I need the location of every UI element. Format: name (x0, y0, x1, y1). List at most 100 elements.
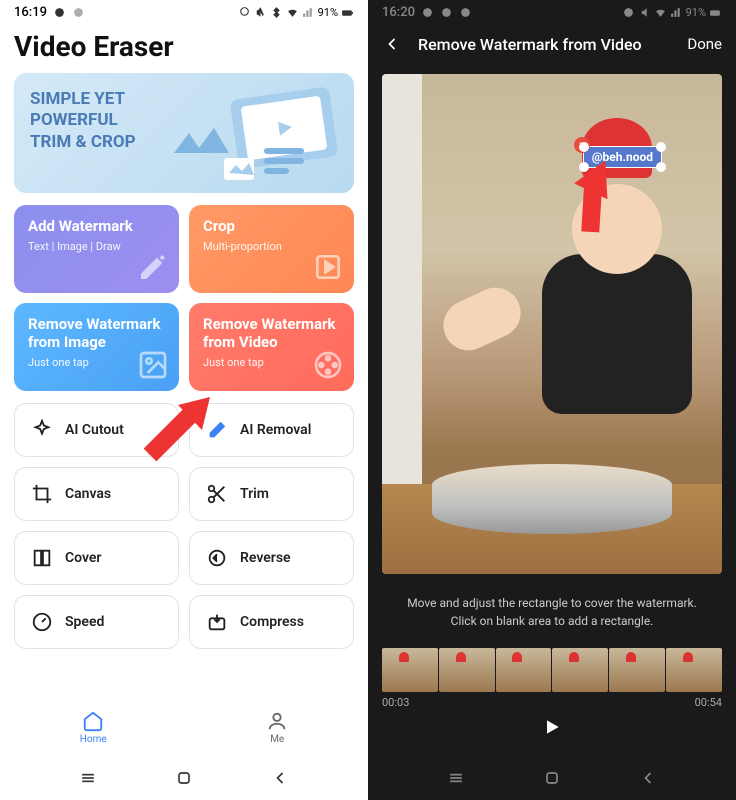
tool-label: Cover (65, 550, 101, 566)
remove-watermark-video-card[interactable]: Remove Watermark from Video Just one tap (189, 303, 354, 391)
dock-home[interactable]: Home (80, 710, 107, 745)
tool-label: Reverse (240, 550, 291, 566)
video-timeline[interactable] (368, 640, 736, 694)
banner-illustration-icon (164, 83, 344, 183)
resize-handle[interactable] (579, 162, 589, 172)
dock-label: Home (80, 734, 107, 745)
bluetooth-icon (270, 6, 283, 19)
time-end: 00:54 (695, 696, 722, 709)
card-title: Remove Watermark from Image (28, 315, 165, 351)
dock-label: Me (270, 734, 284, 745)
ai-cutout-tool[interactable]: AI Cutout (14, 403, 179, 457)
home-nav-icon[interactable] (174, 768, 194, 788)
back-icon[interactable] (382, 34, 402, 54)
time-row: 00:03 00:54 (368, 694, 736, 711)
remove-watermark-image-card[interactable]: Remove Watermark from Image Just one tap (14, 303, 179, 391)
tool-label: AI Removal (240, 422, 311, 438)
play-icon (542, 717, 562, 737)
play-button[interactable] (368, 711, 736, 747)
crop-card[interactable]: Crop Multi-proportion (189, 205, 354, 293)
compress-icon (206, 611, 228, 633)
app-indicator-icon (459, 6, 472, 19)
tool-label: Compress (240, 614, 304, 630)
done-button[interactable]: Done (687, 35, 722, 53)
timeline-thumb[interactable] (382, 648, 438, 692)
trim-tool[interactable]: Trim (189, 467, 354, 521)
alarm-icon (238, 6, 251, 19)
tool-label: AI Cutout (65, 422, 124, 438)
video-preview[interactable]: × @beh.nood (382, 74, 722, 574)
resize-handle[interactable] (579, 142, 589, 152)
battery-text: 91% (318, 6, 338, 19)
timeline-thumb[interactable] (496, 648, 552, 692)
instructions: Move and adjust the rectangle to cover t… (368, 584, 736, 640)
watermark-text: @beh.nood (592, 150, 653, 164)
timeline-thumb[interactable] (666, 648, 722, 692)
wifi-icon (654, 6, 667, 19)
app-indicator-icon (440, 6, 453, 19)
dock-me[interactable]: Me (266, 710, 288, 745)
mute-icon (638, 6, 651, 19)
editor-title: Remove Watermark from Video (418, 35, 671, 54)
signal-icon (670, 6, 683, 19)
speedometer-icon (31, 611, 53, 633)
battery-icon (709, 6, 722, 19)
home-nav-icon[interactable] (542, 768, 562, 788)
timeline-thumb[interactable] (439, 648, 495, 692)
timeline-thumb[interactable] (552, 648, 608, 692)
back-nav-icon[interactable] (270, 768, 290, 788)
scissors-icon (206, 483, 228, 505)
crop-play-icon (312, 251, 344, 283)
card-title: Add Watermark (28, 217, 165, 235)
compress-tool[interactable]: Compress (189, 595, 354, 649)
android-nav-bar (368, 756, 736, 800)
reverse-icon (206, 547, 228, 569)
instruction-line: Click on blank area to add a rectangle. (388, 612, 716, 630)
status-time: 16:19 (14, 5, 47, 20)
recents-icon[interactable] (78, 768, 98, 788)
resize-handle[interactable] (656, 162, 666, 172)
back-nav-icon[interactable] (638, 768, 658, 788)
battery-icon (341, 6, 354, 19)
time-start: 00:03 (382, 696, 409, 709)
card-title: Remove Watermark from Video (203, 315, 340, 351)
canvas-tool[interactable]: Canvas (14, 467, 179, 521)
app-indicator-icon (72, 6, 85, 19)
android-nav-bar (0, 756, 368, 800)
signal-icon (302, 6, 315, 19)
alarm-icon (622, 6, 635, 19)
watermark-selection-box[interactable]: × @beh.nood (583, 146, 662, 168)
battery-text: 91% (686, 6, 706, 19)
timeline-thumb[interactable] (609, 648, 665, 692)
mute-icon (254, 6, 267, 19)
home-icon (82, 710, 104, 732)
speed-tool[interactable]: Speed (14, 595, 179, 649)
eraser-icon (206, 419, 228, 441)
star-sparkle-icon (31, 419, 53, 441)
film-reel-icon (312, 349, 344, 381)
wifi-icon (286, 6, 299, 19)
person-icon (266, 710, 288, 732)
app-indicator-icon (421, 6, 434, 19)
tool-label: Speed (65, 614, 104, 630)
ai-removal-tool[interactable]: AI Removal (189, 403, 354, 457)
app-title: Video Eraser (0, 24, 368, 73)
status-bar: 16:19 91% (0, 0, 368, 24)
instruction-line: Move and adjust the rectangle to cover t… (388, 594, 716, 612)
tool-label: Trim (240, 486, 269, 502)
bottom-dock: Home Me (0, 692, 368, 756)
add-watermark-card[interactable]: Add Watermark Text | Image | Draw (14, 205, 179, 293)
pencil-icon (137, 251, 169, 283)
cover-tool[interactable]: Cover (14, 531, 179, 585)
status-time: 16:20 (382, 5, 415, 20)
status-bar: 16:20 91% (368, 0, 736, 24)
resize-handle[interactable] (656, 142, 666, 152)
recents-icon[interactable] (446, 768, 466, 788)
editor-header: Remove Watermark from Video Done (368, 24, 736, 64)
app-indicator-icon (53, 6, 66, 19)
card-title: Crop (203, 217, 340, 235)
reverse-tool[interactable]: Reverse (189, 531, 354, 585)
tool-label: Canvas (65, 486, 111, 502)
promo-banner[interactable]: SIMPLE YET POWERFUL TRIM & CROP (14, 73, 354, 193)
image-icon (137, 349, 169, 381)
